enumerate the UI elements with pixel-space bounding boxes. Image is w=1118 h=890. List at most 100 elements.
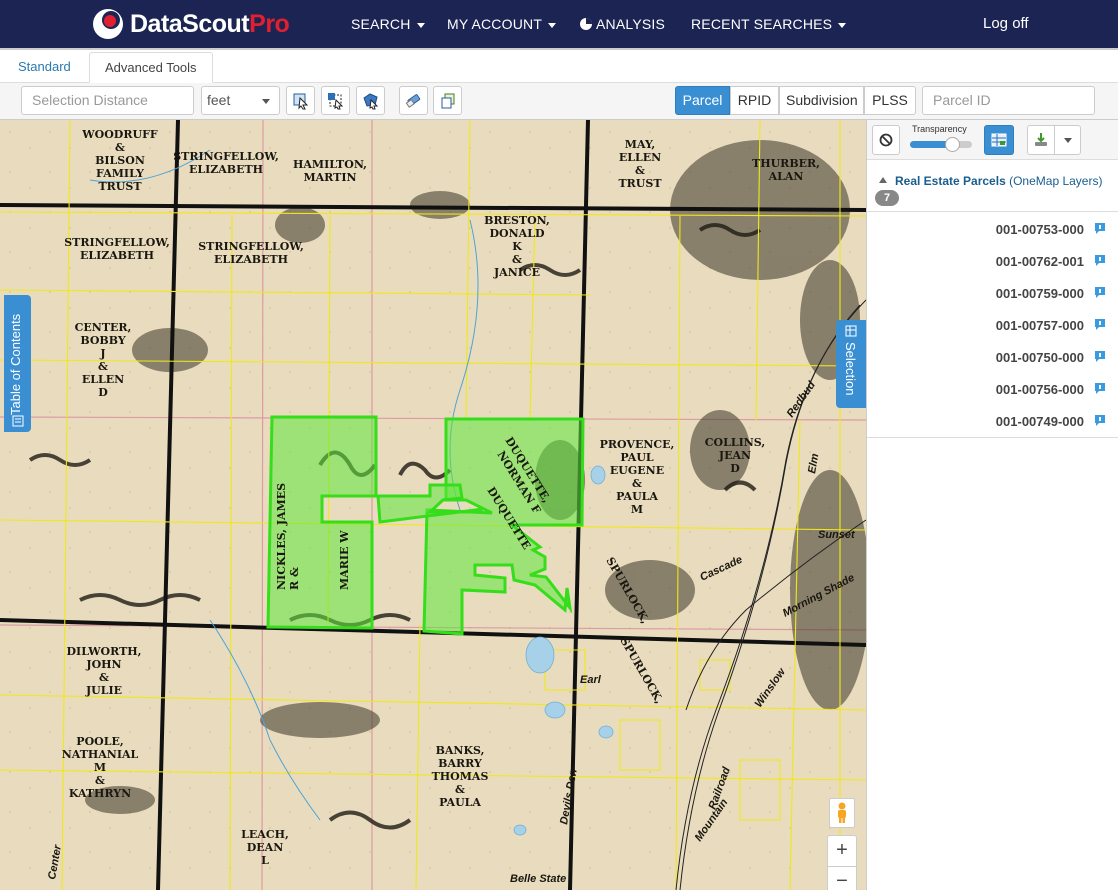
svg-text:STRINGFELLOW,: STRINGFELLOW,: [64, 236, 170, 249]
info-bubble-icon[interactable]: [1093, 253, 1107, 267]
svg-text:J: J: [99, 347, 105, 360]
nav-my-account[interactable]: MY ACCOUNT: [447, 0, 557, 48]
tool-tabs: Standard Advanced Tools: [0, 48, 1118, 83]
svg-text:Sunset: Sunset: [818, 529, 856, 541]
transparency-slider-handle[interactable]: [945, 137, 960, 152]
clear-selection-button[interactable]: [399, 86, 428, 115]
table-of-contents-tab[interactable]: Table of Contents: [4, 295, 31, 432]
svg-text:CENTER,: CENTER,: [75, 321, 132, 334]
select-polygon-button[interactable]: [356, 86, 385, 115]
map-canvas[interactable]: WOODRUFF&BILSONFAMILYTRUST STRINGFELLOW,…: [0, 120, 866, 890]
copy-button[interactable]: [433, 86, 462, 115]
info-bubble-icon[interactable]: [1093, 221, 1107, 235]
svg-text:MARIE W: MARIE W: [338, 530, 351, 590]
svg-text:PAULA: PAULA: [616, 490, 658, 503]
svg-text:D: D: [98, 386, 108, 399]
street-view-pegman-button[interactable]: [829, 798, 855, 828]
svg-text:STRINGFELLOW,: STRINGFELLOW,: [198, 240, 304, 253]
clear-results-button[interactable]: [872, 125, 900, 155]
selection-panel: Transparency Real Estate Parcels (OneMap…: [866, 120, 1118, 890]
svg-text:NATHANIAL: NATHANIAL: [62, 748, 139, 761]
layer-name: Real Estate Parcels: [895, 174, 1006, 188]
svg-text:BANKS,: BANKS,: [436, 744, 485, 757]
parcel-row[interactable]: 001-00757-000: [867, 309, 1118, 341]
tab-advanced-tools[interactable]: Advanced Tools: [89, 52, 213, 83]
nav-search[interactable]: SEARCH: [351, 0, 425, 48]
svg-text:MARTIN: MARTIN: [303, 171, 356, 184]
map-view[interactable]: WOODRUFF & BILSON FAMILY TRUST STRINGFELLOW,…: [0, 120, 866, 890]
top-navbar: DataScoutPro SEARCH MY ACCOUNT ANALYSIS …: [0, 0, 1118, 48]
export-button[interactable]: [1027, 125, 1055, 155]
selection-distance-input[interactable]: Selection Distance: [21, 86, 194, 115]
info-bubble-icon[interactable]: [1093, 349, 1107, 363]
search-type-subdivision[interactable]: Subdivision: [779, 86, 864, 115]
parcel-id[interactable]: 001-00757-000: [996, 318, 1084, 333]
parcel-id[interactable]: 001-00749-000: [996, 414, 1084, 429]
svg-text:MAY,: MAY,: [625, 138, 655, 151]
caret-down-icon: [548, 22, 557, 28]
parcel-id[interactable]: 001-00753-000: [996, 222, 1084, 237]
nav-recent-searches[interactable]: RECENT SEARCHES: [691, 0, 847, 48]
parcel-row[interactable]: 001-00759-000: [867, 277, 1118, 309]
info-bubble-icon[interactable]: [1093, 381, 1107, 395]
select-box-button[interactable]: [321, 86, 350, 115]
nav-analysis[interactable]: ANALYSIS: [580, 0, 665, 48]
export-dropdown-button[interactable]: [1054, 125, 1081, 155]
search-type-rpid[interactable]: RPID: [730, 86, 779, 115]
parcel-row[interactable]: 001-00750-000: [867, 341, 1118, 373]
svg-text:HAMILTON,: HAMILTON,: [293, 158, 367, 171]
select-box-icon: [327, 92, 343, 109]
parcel-row[interactable]: 001-00753-000: [867, 213, 1118, 245]
parcel-id-input[interactable]: Parcel ID: [922, 86, 1095, 115]
svg-text:ELIZABETH: ELIZABETH: [189, 163, 263, 176]
parcel-row[interactable]: 001-00749-000: [867, 405, 1118, 437]
selection-tab[interactable]: Selection: [836, 320, 866, 408]
search-type-plss[interactable]: PLSS: [864, 86, 916, 115]
parcel-id[interactable]: 001-00759-000: [996, 286, 1084, 301]
parcel-row[interactable]: 001-00756-000: [867, 373, 1118, 405]
advanced-toolbar: Selection Distance feet Parcel RPID Subd…: [0, 83, 1118, 120]
svg-text:&: &: [95, 774, 105, 787]
selection-label: Selection: [843, 342, 858, 396]
info-bubble-icon[interactable]: [1093, 285, 1107, 299]
svg-text:&: &: [455, 783, 465, 796]
clear-selection-icon: [405, 93, 420, 108]
collapse-triangle-icon: [879, 177, 887, 183]
svg-text:KATHRYN: KATHRYN: [69, 787, 131, 800]
caret-down-icon: [838, 22, 847, 28]
search-type-parcel[interactable]: Parcel: [675, 86, 730, 115]
svg-text:D: D: [730, 462, 740, 475]
datascout-logo[interactable]: DataScoutPro: [90, 6, 290, 42]
select-parcel-button[interactable]: [286, 86, 315, 115]
datascout-logo-mark-icon: [90, 6, 126, 42]
svg-text:ELLEN: ELLEN: [619, 151, 661, 164]
parcel-id[interactable]: 001-00762-001: [996, 254, 1084, 269]
svg-text:DONALD: DONALD: [490, 227, 545, 240]
parcel-id[interactable]: 001-00750-000: [996, 350, 1084, 365]
attribute-table-button[interactable]: [984, 125, 1014, 155]
svg-text:PAULA: PAULA: [439, 796, 481, 809]
layer-group: (OneMap Layers): [1009, 174, 1103, 188]
svg-text:BILSON: BILSON: [95, 154, 145, 167]
parcel-row[interactable]: 001-00762-001: [867, 245, 1118, 277]
pie-chart-icon: [580, 18, 592, 30]
units-select[interactable]: feet: [201, 86, 280, 115]
svg-text:Earl: Earl: [580, 674, 602, 686]
svg-text:BRESTON,: BRESTON,: [484, 214, 550, 227]
zoom-out-button[interactable]: −: [828, 866, 856, 890]
svg-text:K: K: [512, 240, 522, 253]
info-bubble-icon[interactable]: [1093, 317, 1107, 331]
svg-text:Belle State: Belle State: [510, 873, 566, 885]
parcel-id[interactable]: 001-00756-000: [996, 382, 1084, 397]
transparency-slider[interactable]: [910, 137, 972, 152]
logoff-link[interactable]: Log off: [983, 0, 1029, 48]
svg-text:JEAN: JEAN: [718, 449, 751, 462]
layer-header[interactable]: Real Estate Parcels (OneMap Layers): [879, 174, 1102, 188]
caret-down-icon: [416, 22, 425, 28]
attribute-table-icon: [991, 133, 1007, 147]
info-bubble-icon[interactable]: [1093, 413, 1107, 427]
tab-standard[interactable]: Standard: [3, 52, 86, 83]
svg-text:JOHN: JOHN: [85, 658, 121, 671]
zoom-in-button[interactable]: +: [828, 836, 856, 866]
zoom-control: + −: [827, 835, 857, 890]
